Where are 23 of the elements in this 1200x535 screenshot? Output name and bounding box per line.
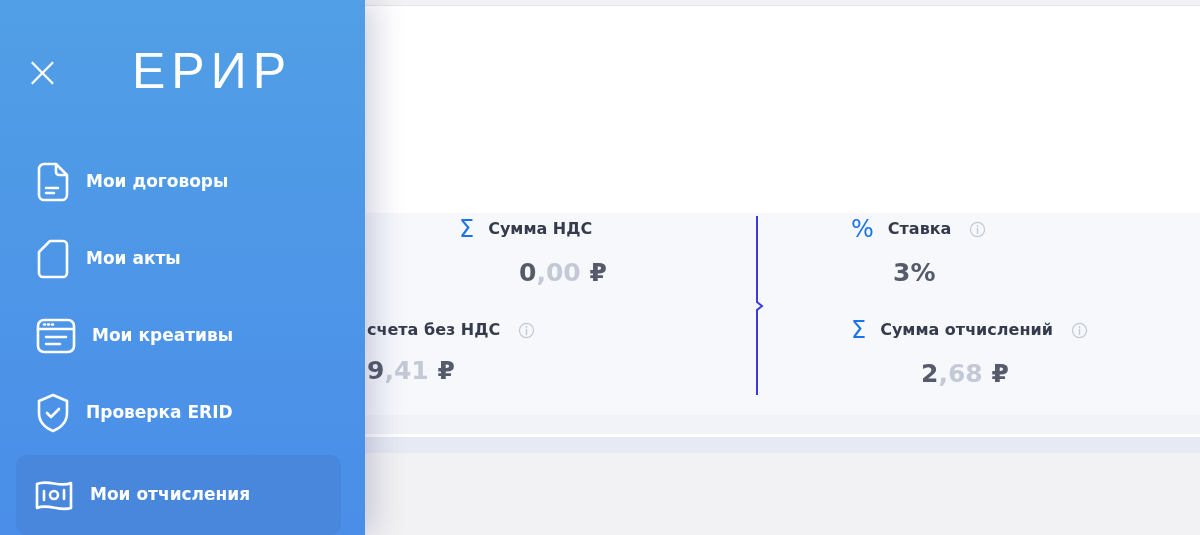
symbol-icon: % — [851, 217, 874, 241]
menu-item[interactable]: Мои договоры — [16, 143, 341, 220]
page-icon — [36, 238, 70, 279]
menu-item[interactable]: Проверка ERID — [16, 374, 341, 451]
menu-item[interactable]: Мои креативы — [16, 297, 341, 374]
stat-label: счета без НДС — [367, 319, 501, 341]
browser-window-icon — [36, 317, 76, 354]
info-icon[interactable] — [969, 220, 987, 238]
symbol-icon: Σ — [459, 217, 475, 241]
close-button[interactable]: × — [24, 49, 58, 94]
info-icon[interactable] — [518, 321, 536, 339]
menu-item[interactable]: Мои акты — [16, 220, 341, 297]
shield-check-icon — [36, 392, 70, 433]
banknote-icon — [34, 478, 74, 512]
stat-value: 3% — [893, 257, 936, 289]
stat-label: Ставка — [887, 218, 952, 240]
stat-label: Сумма НДС — [488, 218, 593, 240]
symbol-icon: Σ — [851, 318, 867, 342]
info-icon[interactable] — [1070, 321, 1088, 339]
menu-item[interactable]: Мои отчисления — [16, 455, 341, 535]
logo: ЕРИР — [132, 42, 292, 101]
file-icon — [36, 161, 70, 202]
stat-label: Сумма отчислений — [880, 319, 1053, 341]
